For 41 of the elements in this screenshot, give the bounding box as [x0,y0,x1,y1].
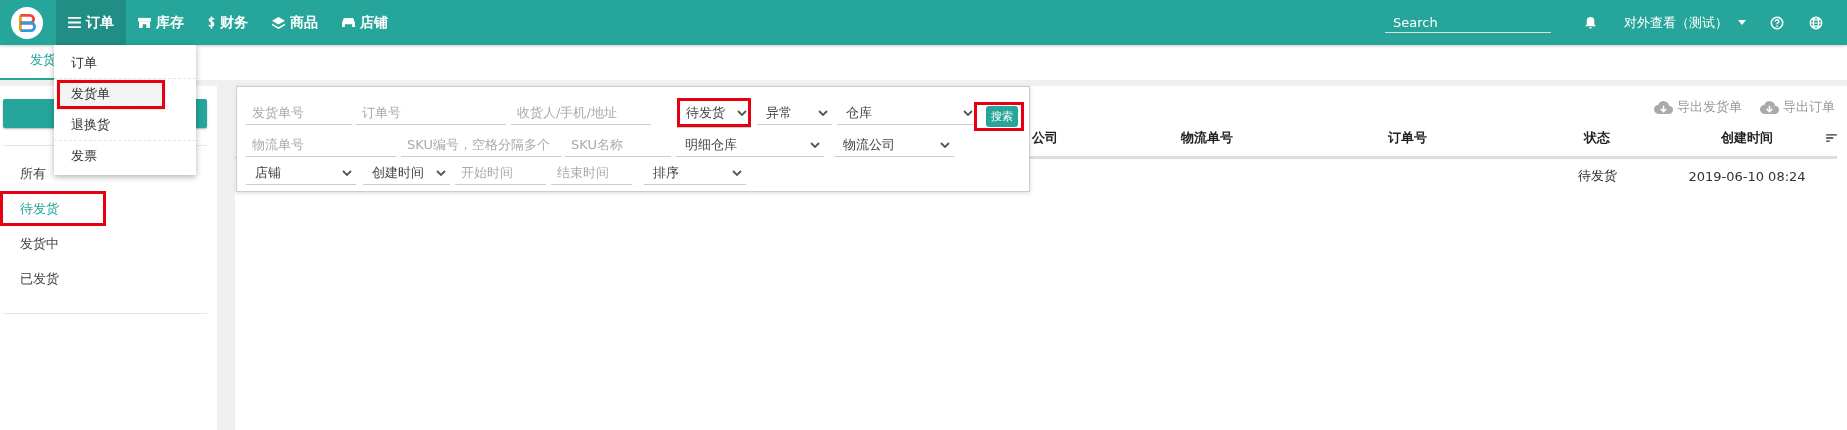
column-header: 订单号 [1386,129,1428,147]
table-cell: 2019-06-10 08:24 [1687,168,1807,184]
nav-item[interactable]: 订单 [56,0,126,45]
menu-icon [68,17,81,28]
chevron-down-icon [732,169,742,176]
store-icon [138,17,151,28]
select-field[interactable]: 创建时间 [363,161,450,185]
sidebar-item[interactable]: 已发货 [0,261,80,296]
menu-item[interactable]: 发票 [54,141,196,171]
table-cell-text: 待发货 [1576,167,1618,185]
layers-icon [272,16,285,29]
select-field[interactable]: 店铺 [246,161,356,185]
menu-item[interactable]: 发货单 [56,79,166,110]
select-field[interactable]: 明细仓库 [676,133,824,157]
help-icon[interactable] [1770,15,1784,30]
chevron-down-icon [818,109,828,116]
globe-icon[interactable] [1809,15,1823,30]
select-field[interactable]: 仓库 [837,101,977,125]
select-field[interactable]: 异常 [757,101,832,125]
caret-icon[interactable] [1738,20,1746,25]
search-field[interactable]: Search [1385,12,1551,33]
bell-icon[interactable] [1583,15,1598,30]
dollar-icon [208,16,215,29]
cloud-download-icon [1760,100,1779,114]
chevron-down-icon [810,141,820,148]
select-field[interactable]: 待发货 [677,98,751,128]
chevron-down-icon [737,109,747,116]
select-field[interactable]: 排序 [644,161,746,185]
logo-icon [10,5,44,40]
chevron-down-icon [963,109,973,116]
column-header: 创建时间 [1720,129,1774,147]
chevron-down-icon [436,169,446,176]
chevron-down-icon [342,169,352,176]
chevron-down-icon [940,141,950,148]
sidebar-item[interactable]: 发货中 [0,226,80,261]
menu-item[interactable]: 退换货 [54,110,196,141]
column-header: 公司 [1032,129,1059,147]
select-field[interactable]: 物流公司 [834,133,954,157]
cloud-download-icon [1654,100,1673,114]
column-header: 物流单号 [1180,129,1234,147]
column-header: 状态 [1582,129,1611,147]
